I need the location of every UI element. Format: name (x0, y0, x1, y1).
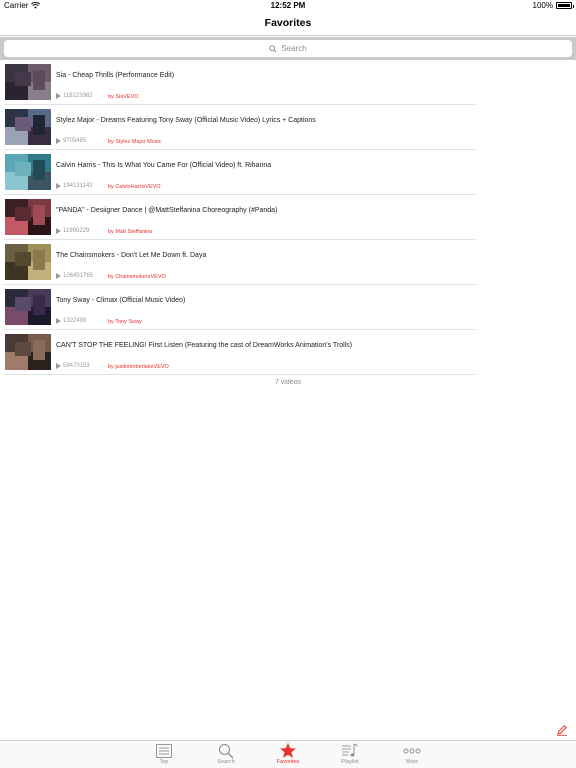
video-thumbnail (5, 244, 51, 280)
channel-link[interactable]: by Matt Steffanina (108, 229, 152, 235)
video-count: 7 videos (274, 379, 302, 386)
channel-link[interactable]: by Stylez Major Music (108, 139, 162, 145)
tab-label: More (405, 759, 419, 765)
play-icon (56, 318, 61, 324)
video-thumbnail (5, 64, 51, 100)
video-list: Sia - Cheap Thrills (Performance Edit) 11… (0, 60, 576, 375)
row-separator (4, 374, 476, 375)
view-count-value: 118223982 (63, 93, 93, 99)
view-count-value: 1322498 (63, 318, 87, 324)
tab-top[interactable]: Top (144, 742, 184, 768)
video-thumbnail (5, 334, 51, 370)
list-icon (156, 743, 172, 758)
tab-playlist[interactable]: Playlist (330, 742, 370, 768)
video-thumbnail (5, 109, 51, 145)
video-row[interactable]: Calvin Harris - This Is What You Came Fo… (0, 150, 576, 195)
video-row[interactable]: Stylez Major - Dreams Featuring Tony Swa… (0, 105, 576, 150)
view-count-value: 106451765 (63, 273, 94, 279)
magnifier-icon (218, 743, 234, 758)
view-count: 106451765 (56, 273, 93, 279)
tab-more[interactable]: More (392, 742, 432, 768)
channel-link[interactable]: by ChainsmokersVEVO (108, 274, 166, 280)
status-bar: Carrier 12:52 PM 100% (0, 0, 576, 12)
play-icon (56, 138, 61, 144)
view-count: 194131142 (56, 183, 93, 189)
battery-percent: 100% (532, 1, 553, 10)
page-title: Favorites (264, 17, 312, 29)
video-thumbnail (5, 154, 51, 190)
video-thumbnail (5, 199, 51, 235)
video-title: Sia - Cheap Thrills (Performance Edit) (56, 72, 175, 79)
video-title: Stylez Major - Dreams Featuring Tony Swa… (56, 117, 316, 124)
video-title: CAN'T STOP THE FEELING! First Listen (Fe… (56, 342, 353, 349)
view-count: 118223982 (56, 93, 93, 99)
video-row[interactable]: The Chainsmokers - Don't Let Me Down ft.… (0, 240, 576, 285)
video-row[interactable]: CAN'T STOP THE FEELING! First Listen (Fe… (0, 330, 576, 375)
tab-favorites[interactable]: Favorites (268, 742, 308, 768)
view-count: 1322498 (56, 318, 86, 324)
video-row[interactable]: "PANDA" - Desiigner Dance | @MattSteffan… (0, 195, 576, 240)
video-row[interactable]: Sia - Cheap Thrills (Performance Edit) 11… (0, 60, 576, 105)
tab-label: Playlist (341, 759, 359, 765)
view-count-value: 59470153 (63, 363, 90, 369)
tab-label: Favorites (276, 759, 300, 765)
view-count-value: 194131142 (63, 183, 93, 189)
view-count: 59470153 (56, 363, 90, 369)
search-placeholder: Search (281, 44, 307, 53)
channel-link[interactable]: by Tony Sway (108, 319, 142, 325)
play-icon (56, 363, 61, 369)
channel-link[interactable]: by SiaVEVO (108, 94, 139, 100)
play-icon (56, 93, 61, 99)
tab-label: Top (159, 759, 169, 765)
video-title: The Chainsmokers - Don't Let Me Down ft.… (56, 252, 207, 259)
more-dots-icon (403, 748, 421, 753)
video-title: Calvin Harris - This Is What You Came Fo… (56, 162, 272, 169)
view-count-value: 9705485 (63, 138, 87, 144)
navigation-bar: Favorites (0, 12, 576, 36)
search-icon (269, 44, 277, 53)
video-title: "PANDA" - Desiigner Dance | @MattSteffan… (56, 207, 278, 214)
play-icon (56, 183, 61, 189)
video-row[interactable]: Tony Sway - Climax (Official Music Video… (0, 285, 576, 330)
view-count: 11990229 (56, 228, 89, 234)
view-count: 9705485 (56, 138, 86, 144)
play-icon (56, 273, 61, 279)
tab-bar: Top Search Favorites Playlist More (0, 740, 576, 768)
battery-indicator: 100% (532, 1, 574, 10)
play-icon (56, 228, 61, 234)
view-count-value: 11990229 (63, 228, 90, 234)
search-input[interactable]: Search (4, 40, 572, 57)
status-time: 12:52 PM (270, 1, 306, 10)
star-icon (280, 742, 296, 758)
tab-label: Search (217, 759, 235, 765)
edit-pencil-icon[interactable] (556, 724, 568, 736)
tab-search[interactable]: Search (206, 742, 246, 768)
search-bar: Search (0, 37, 576, 60)
channel-link[interactable]: by CalvinHarrisVEVO (108, 184, 161, 190)
music-list-icon (342, 743, 358, 757)
video-title: Tony Sway - Climax (Official Music Video… (56, 297, 186, 304)
video-thumbnail (5, 289, 51, 325)
battery-icon (556, 2, 574, 9)
channel-link[interactable]: by justintimberlakeVEVO (108, 364, 169, 370)
